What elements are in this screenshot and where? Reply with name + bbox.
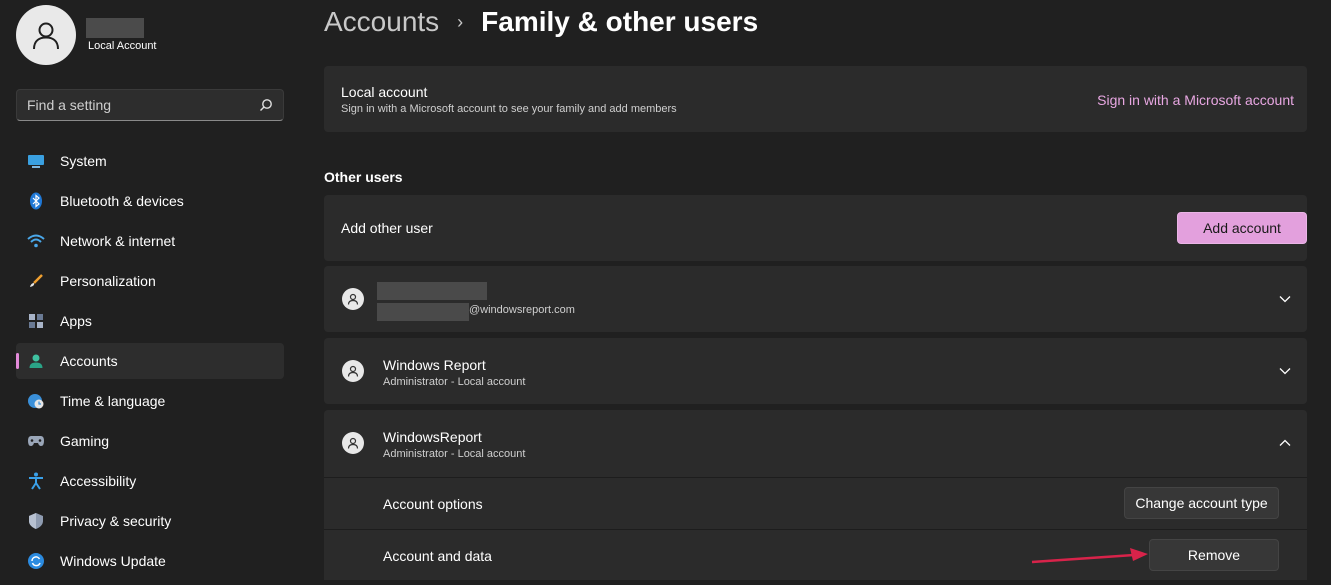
account-options-row: Account options Change account type <box>324 477 1307 527</box>
nav-item-accessibility[interactable]: Accessibility <box>16 463 284 499</box>
user-role: Administrator - Local account <box>383 376 526 388</box>
nav-label: Windows Update <box>60 553 166 569</box>
apps-icon <box>27 312 45 330</box>
nav-item-personalization[interactable]: Personalization <box>16 263 284 299</box>
bluetooth-icon <box>27 192 45 210</box>
redacted-email <box>377 303 469 321</box>
chevron-up-icon[interactable] <box>1277 435 1293 451</box>
user-card[interactable]: Windows Report Administrator - Local acc… <box>324 338 1307 404</box>
nav-label: Accessibility <box>60 473 137 489</box>
nav-label: Network & internet <box>60 233 176 249</box>
nav-label: Bluetooth & devices <box>60 193 184 209</box>
add-other-user-label: Add other user <box>341 220 433 236</box>
user-name: Windows Report <box>383 357 486 373</box>
search-input[interactable] <box>27 97 259 113</box>
account-data-row: Account and data Remove <box>324 529 1307 580</box>
sign-in-microsoft-link[interactable]: Sign in with a Microsoft account <box>1097 92 1294 108</box>
nav-item-network[interactable]: Network & internet <box>16 223 284 259</box>
nav-item-windows-update[interactable]: Windows Update <box>16 543 284 579</box>
user-name: WindowsReport <box>383 429 482 445</box>
local-account-card: Local account Sign in with a Microsoft a… <box>324 66 1307 132</box>
wifi-icon <box>27 232 45 250</box>
remove-button[interactable]: Remove <box>1149 539 1279 571</box>
nav-item-apps[interactable]: Apps <box>16 303 284 339</box>
red-arrow-annotation <box>1031 548 1148 564</box>
chevron-down-icon[interactable] <box>1277 363 1293 379</box>
search-box[interactable] <box>16 89 284 121</box>
breadcrumb: Accounts › Family & other users <box>324 6 758 38</box>
sidebar: Local Account System Bluetooth & devices <box>0 0 300 585</box>
avatar[interactable] <box>16 5 76 65</box>
nav-label: Privacy & security <box>60 513 172 529</box>
chevron-right-icon: › <box>457 11 464 32</box>
account-data-label: Account and data <box>383 548 492 564</box>
other-users-heading: Other users <box>324 169 403 185</box>
redacted-user-name <box>377 282 487 300</box>
account-type-label: Local Account <box>88 40 157 52</box>
person-icon <box>33 22 59 50</box>
nav-item-time-language[interactable]: Time & language <box>16 383 284 419</box>
user-avatar-icon <box>342 432 364 454</box>
local-account-description: Sign in with a Microsoft account to see … <box>341 103 677 115</box>
page-title: Family & other users <box>481 6 759 37</box>
breadcrumb-parent[interactable]: Accounts <box>324 6 439 38</box>
accessibility-icon <box>27 472 45 490</box>
shield-icon <box>27 512 45 530</box>
add-account-button[interactable]: Add account <box>1177 212 1307 244</box>
nav-label: Apps <box>60 313 92 329</box>
globe-clock-icon <box>27 392 45 410</box>
nav-menu: System Bluetooth & devices Network & int… <box>16 143 284 583</box>
nav-label: Time & language <box>60 393 166 409</box>
nav-label: System <box>60 153 107 169</box>
monitor-icon <box>27 152 45 170</box>
user-avatar-icon <box>342 288 364 310</box>
user-avatar-icon <box>342 360 364 382</box>
update-icon <box>27 552 45 570</box>
nav-item-system[interactable]: System <box>16 143 284 179</box>
nav-item-accounts[interactable]: Accounts <box>16 343 284 379</box>
nav-item-bluetooth[interactable]: Bluetooth & devices <box>16 183 284 219</box>
user-card-expanded: WindowsReport Administrator - Local acco… <box>324 410 1307 580</box>
search-icon[interactable] <box>259 98 273 112</box>
change-account-type-button[interactable]: Change account type <box>1124 487 1279 519</box>
profile[interactable]: Local Account <box>16 5 157 65</box>
nav-label: Accounts <box>60 353 118 369</box>
user-role: Administrator - Local account <box>383 448 526 460</box>
user-card[interactable]: @windowsreport.com <box>324 266 1307 332</box>
brush-icon <box>27 272 45 290</box>
redacted-user-name <box>86 18 144 38</box>
nav-item-gaming[interactable]: Gaming <box>16 423 284 459</box>
local-account-title: Local account <box>341 84 428 100</box>
person-icon <box>27 352 45 370</box>
chevron-down-icon[interactable] <box>1277 291 1293 307</box>
nav-item-privacy-security[interactable]: Privacy & security <box>16 503 284 539</box>
add-other-user-card: Add other user Add account <box>324 195 1307 261</box>
user-card-header[interactable]: WindowsReport Administrator - Local acco… <box>324 410 1307 476</box>
gamepad-icon <box>27 432 45 450</box>
nav-label: Gaming <box>60 433 110 449</box>
nav-label: Personalization <box>60 273 156 289</box>
user-email-suffix: @windowsreport.com <box>469 304 575 316</box>
account-options-label: Account options <box>383 496 483 512</box>
